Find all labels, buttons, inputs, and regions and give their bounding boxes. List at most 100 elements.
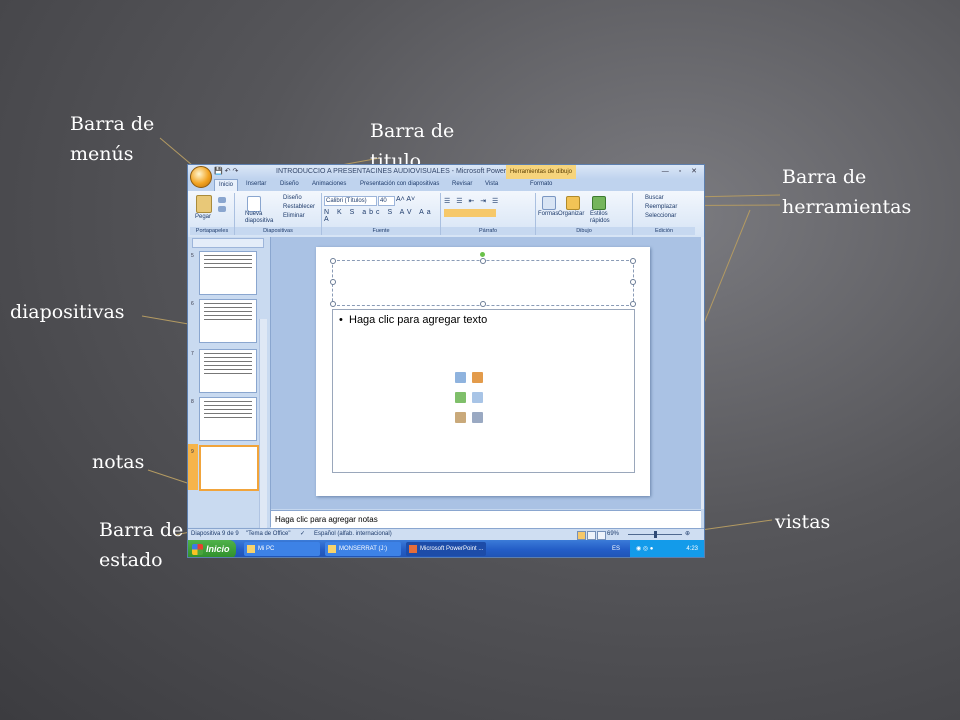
quick-styles-icon[interactable]: [592, 196, 606, 210]
copy-icon[interactable]: [218, 206, 226, 212]
rotate-handle-icon[interactable]: [480, 252, 485, 257]
notes-pane[interactable]: Haga clic para agregar notas: [271, 510, 701, 528]
zoom-slider-thumb[interactable]: [654, 531, 657, 538]
font-format-icons[interactable]: N K S abc S AV Aa A: [324, 209, 440, 223]
title-placeholder[interactable]: [332, 260, 634, 306]
tab-insertar[interactable]: Insertar: [246, 181, 266, 187]
tab-revisar[interactable]: Revisar: [452, 181, 472, 187]
fit-window-icon[interactable]: ⊕: [685, 529, 690, 540]
resize-handle-icon[interactable]: [330, 258, 336, 264]
slide-thumbnail-9[interactable]: [199, 445, 259, 491]
current-slide[interactable]: • Haga clic para agregar texto: [316, 247, 650, 496]
office-button-icon[interactable]: [190, 166, 212, 188]
insert-content-icons[interactable]: [454, 370, 498, 423]
callout-barra-estado: Barra de estado: [99, 519, 184, 571]
tab-presentacion[interactable]: Presentación con diapositivas: [360, 181, 439, 187]
slide-sorter-view-icon[interactable]: [587, 531, 596, 540]
font-size-select[interactable]: 40: [378, 196, 395, 206]
computer-icon: [247, 545, 255, 553]
tab-animaciones[interactable]: Animaciones: [312, 181, 346, 187]
tab-vista[interactable]: Vista: [485, 181, 498, 187]
insert-clipart-icon[interactable]: [455, 412, 466, 423]
group-label-dibujo: Dibujo: [536, 227, 632, 235]
shapes-icon[interactable]: [542, 196, 556, 210]
taskbar-item-monserrat[interactable]: MONSERRAT (J:): [325, 542, 401, 556]
language-indicator[interactable]: ES: [612, 540, 620, 557]
pane-tabs[interactable]: [192, 238, 264, 248]
thumb-number: 6: [191, 301, 194, 307]
zoom-level[interactable]: 69%: [607, 529, 619, 540]
grow-shrink-font-icon[interactable]: A˄ A˅: [396, 196, 415, 203]
group-label-diapositivas: Diapositivas: [235, 227, 321, 235]
reset-button[interactable]: Restablecer: [283, 204, 315, 210]
thumb-number: 7: [191, 351, 194, 357]
resize-handle-icon[interactable]: [630, 301, 636, 307]
thumb-number: 5: [191, 253, 194, 259]
resize-handle-icon[interactable]: [330, 279, 336, 285]
tab-diseno[interactable]: Diseño: [280, 181, 299, 187]
slide-scrollbar[interactable]: [701, 237, 704, 509]
callout-barra-menus: Barra de menús: [70, 113, 155, 165]
resize-handle-icon[interactable]: [480, 258, 486, 264]
ribbon-tabs: Inicio Insertar Diseño Animaciones Prese…: [188, 179, 704, 192]
callout-diapositivas: diapositivas: [10, 301, 125, 323]
task-label: MONSERRAT (J:): [339, 546, 388, 552]
font-name-select[interactable]: Calibri (Títulos): [324, 196, 377, 206]
normal-view-icon[interactable]: [577, 531, 586, 540]
tray-icons[interactable]: ◉ ◎ ●: [636, 540, 653, 557]
tab-formato[interactable]: Formato: [530, 181, 552, 187]
insert-chart-icon[interactable]: [472, 372, 484, 383]
group-fuente: Calibri (Títulos) 40 A˄ A˅ N K S abc S A…: [322, 193, 441, 235]
title-bar: 💾 ↶ ↷ INTRODUCCIO A PRESENTACINES AUDIOV…: [188, 165, 704, 179]
window-controls[interactable]: — ▫ ✕: [662, 167, 701, 175]
insert-smartart-icon[interactable]: [455, 392, 466, 403]
taskbar-item-powerpoint[interactable]: Microsoft PowerPoint ...: [406, 542, 486, 556]
callout-vistas: vistas: [775, 511, 831, 533]
select-button[interactable]: Seleccionar: [645, 213, 676, 219]
quick-access-toolbar-icon[interactable]: 💾 ↶ ↷: [214, 167, 238, 175]
slide-thumbnail-8[interactable]: [199, 397, 257, 441]
arrange-label: Organizar: [558, 211, 585, 217]
spellcheck-icon[interactable]: ✓: [300, 529, 305, 540]
taskbar-item-mi-pc[interactable]: Mi PC: [244, 542, 320, 556]
windows-taskbar: Inicio Mi PC MONSERRAT (J:) Microsoft Po…: [188, 540, 704, 557]
slide-count: Diapositiva 9 de 9: [191, 531, 239, 537]
powerpoint-window: 💾 ↶ ↷ INTRODUCCIO A PRESENTACINES AUDIOV…: [187, 164, 705, 558]
insert-picture-icon[interactable]: [472, 392, 484, 403]
quick-styles-label: Estilos rápidos: [590, 211, 610, 224]
insert-media-icon[interactable]: [472, 412, 484, 423]
slides-pane-scrollbar[interactable]: [259, 319, 267, 557]
group-label-portapapeles: Portapapeles: [190, 227, 234, 235]
shapes-label: Formas: [538, 211, 559, 217]
new-slide-label[interactable]: Nueva diapositiva: [245, 211, 275, 225]
resize-handle-icon[interactable]: [330, 301, 336, 307]
delete-button[interactable]: Eliminar: [283, 213, 305, 219]
replace-button[interactable]: Reemplazar: [645, 204, 677, 210]
cut-icon[interactable]: [218, 197, 226, 203]
content-placeholder[interactable]: • Haga clic para agregar texto: [332, 309, 635, 473]
group-portapapeles: Pegar Portapapeles: [190, 193, 235, 235]
clock: 4:23: [686, 546, 698, 552]
slideshow-view-icon[interactable]: [597, 531, 606, 540]
resize-handle-icon[interactable]: [630, 258, 636, 264]
group-label-parrafo: Párrafo: [441, 227, 535, 235]
paste-icon[interactable]: [196, 195, 212, 213]
list-icons[interactable]: ☰ ☰ ⇤ ⇥ ☰: [444, 197, 500, 205]
align-icons[interactable]: [444, 209, 496, 217]
slides-pane: 5 6 7 8 9: [188, 237, 271, 557]
resize-handle-icon[interactable]: [480, 301, 486, 307]
start-label: Inicio: [206, 544, 230, 554]
slide-thumbnail-6[interactable]: [199, 299, 257, 343]
find-button[interactable]: Buscar: [645, 195, 664, 201]
insert-table-icon[interactable]: [455, 372, 466, 383]
new-slide-icon[interactable]: [247, 196, 261, 212]
layout-button[interactable]: Diseño: [283, 195, 302, 201]
slide-thumbnail-7[interactable]: [199, 349, 257, 393]
arrange-icon[interactable]: [566, 196, 580, 210]
group-parrafo: ☰ ☰ ⇤ ⇥ ☰ Párrafo: [441, 193, 536, 235]
start-button[interactable]: Inicio: [188, 540, 236, 557]
group-label-fuente: Fuente: [322, 227, 440, 235]
slide-thumbnail-5[interactable]: [199, 251, 257, 295]
resize-handle-icon[interactable]: [630, 279, 636, 285]
task-label: Mi PC: [258, 546, 275, 552]
